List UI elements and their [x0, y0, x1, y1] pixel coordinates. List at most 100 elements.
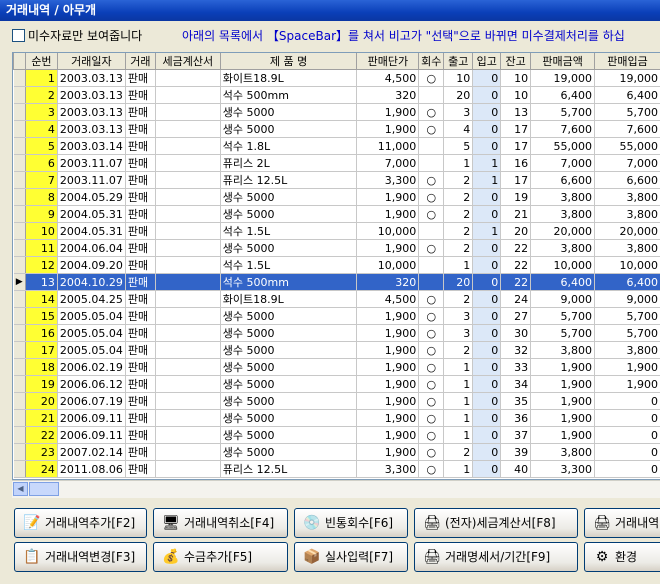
scroll-left-icon[interactable]: ◀	[13, 482, 28, 496]
table-row[interactable]: 2 2003.03.13 판매 석수 500mm 320 20 0 10 6,400 6,400	[13, 86, 660, 104]
row-seq: 2	[25, 86, 58, 104]
table-row[interactable]: 10 2004.05.31 판매 석수 1.5L 10,000 2 1 20 20,000 20,…	[13, 222, 660, 240]
row-invoice	[155, 256, 221, 274]
row-indicator	[13, 137, 26, 155]
table-row[interactable]: 21 2006.09.11 판매 생수 5000 1,900 ○ 1 0 36 1,900 0	[13, 409, 660, 427]
table-row[interactable]: 19 2006.06.12 판매 생수 5000 1,900 ○ 1 0 34 1,900 1,90…	[13, 375, 660, 393]
table-row[interactable]: 23 2007.02.14 판매 생수 5000 1,900 ○ 2 0 39 3,800 0	[13, 443, 660, 461]
row-date: 2003.03.13	[57, 103, 126, 121]
row-seq: 8	[25, 188, 58, 206]
row-amount: 3,800	[530, 341, 596, 359]
column-header[interactable]: 순번	[24, 53, 58, 70]
row-return	[418, 86, 445, 104]
column-header[interactable]: 판매입금	[594, 53, 660, 70]
row-seq: 4	[25, 120, 58, 138]
table-row[interactable]: 24 2011.08.06 판매 퓨리스 12.5L 3,300 ○ 1 0 40 3,300 0	[13, 460, 660, 478]
row-indicator	[13, 460, 26, 478]
table-row[interactable]: ▶ 13 2004.10.29 판매 석수 500mm 320 20 0 22 6,400 6,40…	[13, 273, 660, 291]
table-row[interactable]: 16 2005.05.04 판매 생수 5000 1,900 ○ 3 0 30 5,700 5,70…	[13, 324, 660, 342]
row-pointer-icon: ▶	[13, 273, 26, 291]
column-header[interactable]: 판매단가	[356, 53, 420, 70]
row-paid: 1,900	[594, 375, 660, 393]
row-in: 0	[472, 256, 502, 274]
table-row[interactable]: 9 2004.05.31 판매 생수 5000 1,900 ○ 2 0 21 3,800 3,800	[13, 205, 660, 223]
add-payment-button[interactable]: 💰 수금추가[F5]	[153, 542, 288, 572]
row-product: 생수 5000	[220, 358, 358, 376]
row-date: 2006.09.11	[57, 426, 126, 444]
row-seq: 15	[25, 307, 58, 325]
scroll-thumb[interactable]	[29, 482, 59, 496]
edit-record-button[interactable]: 📋 거래내역변경[F3]	[14, 542, 147, 572]
row-return: ○	[418, 341, 445, 359]
row-amount: 19,000	[530, 69, 596, 87]
row-return: ○	[418, 324, 445, 342]
column-header[interactable]: 판매금액	[530, 53, 596, 70]
row-invoice	[155, 137, 221, 155]
table-row[interactable]: 17 2005.05.04 판매 생수 5000 1,900 ○ 2 0 32 3,800 3,80…	[13, 341, 660, 359]
column-header[interactable]: 출고	[443, 53, 474, 70]
row-seq: 17	[25, 341, 58, 359]
table-row[interactable]: 5 2003.03.14 판매 석수 1.8L 11,000 5 0 17 55,000 55,0…	[13, 137, 660, 155]
row-date: 2005.05.04	[57, 324, 126, 342]
record-print-button[interactable]: 🖨 거래내역	[584, 508, 660, 538]
table-row[interactable]: 12 2004.09.20 판매 석수 1.5L 10,000 1 0 22 10,000 10,…	[13, 256, 660, 274]
table-row[interactable]: 22 2006.09.11 판매 생수 5000 1,900 ○ 1 0 37 1,900 0	[13, 426, 660, 444]
row-out: 3	[443, 307, 474, 325]
row-date: 2003.03.14	[57, 137, 126, 155]
row-price: 10,000	[356, 222, 420, 240]
row-product: 생수 5000	[220, 375, 358, 393]
row-invoice	[155, 341, 221, 359]
transaction-grid[interactable]: 순번 거래일자 거래 세금계산서 제 품 명 판매단가 회수 출고 입고 잔고 판매금액 판매입금 1…	[12, 52, 660, 480]
table-row[interactable]: 14 2005.04.25 판매 화이트18.9L 4,500 ○ 2 0 24 9,000 9,0…	[13, 290, 660, 308]
table-row[interactable]: 11 2004.06.04 판매 생수 5000 1,900 ○ 2 0 22 3,800 3,80…	[13, 239, 660, 257]
table-row[interactable]: 15 2005.05.04 판매 생수 5000 1,900 ○ 3 0 27 5,700 5,70…	[13, 307, 660, 325]
row-return: ○	[418, 205, 445, 223]
row-balance: 24	[500, 290, 532, 308]
row-paid: 6,400	[594, 86, 660, 104]
column-header[interactable]: 거래일자	[56, 53, 126, 70]
row-return: ○	[418, 358, 445, 376]
unpaid-only-checkbox[interactable]	[12, 29, 25, 42]
column-header[interactable]: 거래	[124, 53, 156, 70]
column-header[interactable]: 회수	[418, 53, 445, 70]
row-invoice	[155, 188, 221, 206]
table-row[interactable]: 18 2006.02.19 판매 생수 5000 1,900 ○ 1 0 33 1,900 1,90…	[13, 358, 660, 376]
column-header[interactable]: 입고	[472, 53, 502, 70]
row-price: 1,900	[356, 120, 420, 138]
row-indicator	[13, 171, 26, 189]
horizontal-scrollbar[interactable]: ◀	[12, 480, 660, 498]
row-return: ○	[418, 375, 445, 393]
row-date: 2006.02.19	[57, 358, 126, 376]
row-price: 1,900	[356, 426, 420, 444]
column-header[interactable]: 제 품 명	[219, 53, 358, 70]
table-row[interactable]: 8 2004.05.29 판매 생수 5000 1,900 ○ 2 0 19 3,800 3,800	[13, 188, 660, 206]
add-record-button[interactable]: 📝 거래내역추가[F2]	[14, 508, 147, 538]
row-type: 판매	[125, 460, 156, 478]
row-paid: 6,600	[594, 171, 660, 189]
row-price: 1,900	[356, 103, 420, 121]
row-out: 1	[443, 426, 474, 444]
statement-period-button[interactable]: 🖨 거래명세서/기간[F9]	[414, 542, 578, 572]
cancel-record-button[interactable]: 🖥 거래내역취소[F4]	[153, 508, 288, 538]
row-indicator	[13, 307, 26, 325]
settings-button[interactable]: ⚙ 환경	[584, 542, 660, 572]
row-balance: 20	[500, 222, 532, 240]
row-out: 2	[443, 443, 474, 461]
row-invoice	[155, 205, 221, 223]
table-row[interactable]: 20 2006.07.19 판매 생수 5000 1,900 ○ 1 0 35 1,900 0	[13, 392, 660, 410]
table-row[interactable]: 7 2003.11.07 판매 퓨리스 12.5L 3,300 ○ 2 1 17 6,600 6,6…	[13, 171, 660, 189]
actual-input-button[interactable]: 📦 실사입력[F7]	[294, 542, 408, 572]
table-row[interactable]: 1 2003.03.13 판매 화이트18.9L 4,500 ○ 10 0 10 19,000 19…	[13, 69, 660, 87]
row-seq: 11	[25, 239, 58, 257]
e-invoice-button[interactable]: 🖨 (전자)세금계산서[F8]	[414, 508, 578, 538]
table-row[interactable]: 4 2003.03.13 판매 생수 5000 1,900 ○ 4 0 17 7,600 7,600	[13, 120, 660, 138]
row-amount: 3,800	[530, 443, 596, 461]
column-header[interactable]: 세금계산서	[154, 53, 221, 70]
table-row[interactable]: 6 2003.11.07 판매 퓨리스 2L 7,000 1 1 16 7,000 7,000	[13, 154, 660, 172]
bottle-return-button[interactable]: 💿 빈통회수[F6]	[294, 508, 408, 538]
table-row[interactable]: 3 2003.03.13 판매 생수 5000 1,900 ○ 3 0 13 5,700 5,700	[13, 103, 660, 121]
row-return: ○	[418, 239, 445, 257]
filter-bar: 미수자료만 보여줍니다 아래의 목록에서 【SpaceBar】를 쳐서 비고가 …	[0, 24, 660, 46]
row-in: 0	[472, 239, 502, 257]
column-header[interactable]: 잔고	[500, 53, 532, 70]
